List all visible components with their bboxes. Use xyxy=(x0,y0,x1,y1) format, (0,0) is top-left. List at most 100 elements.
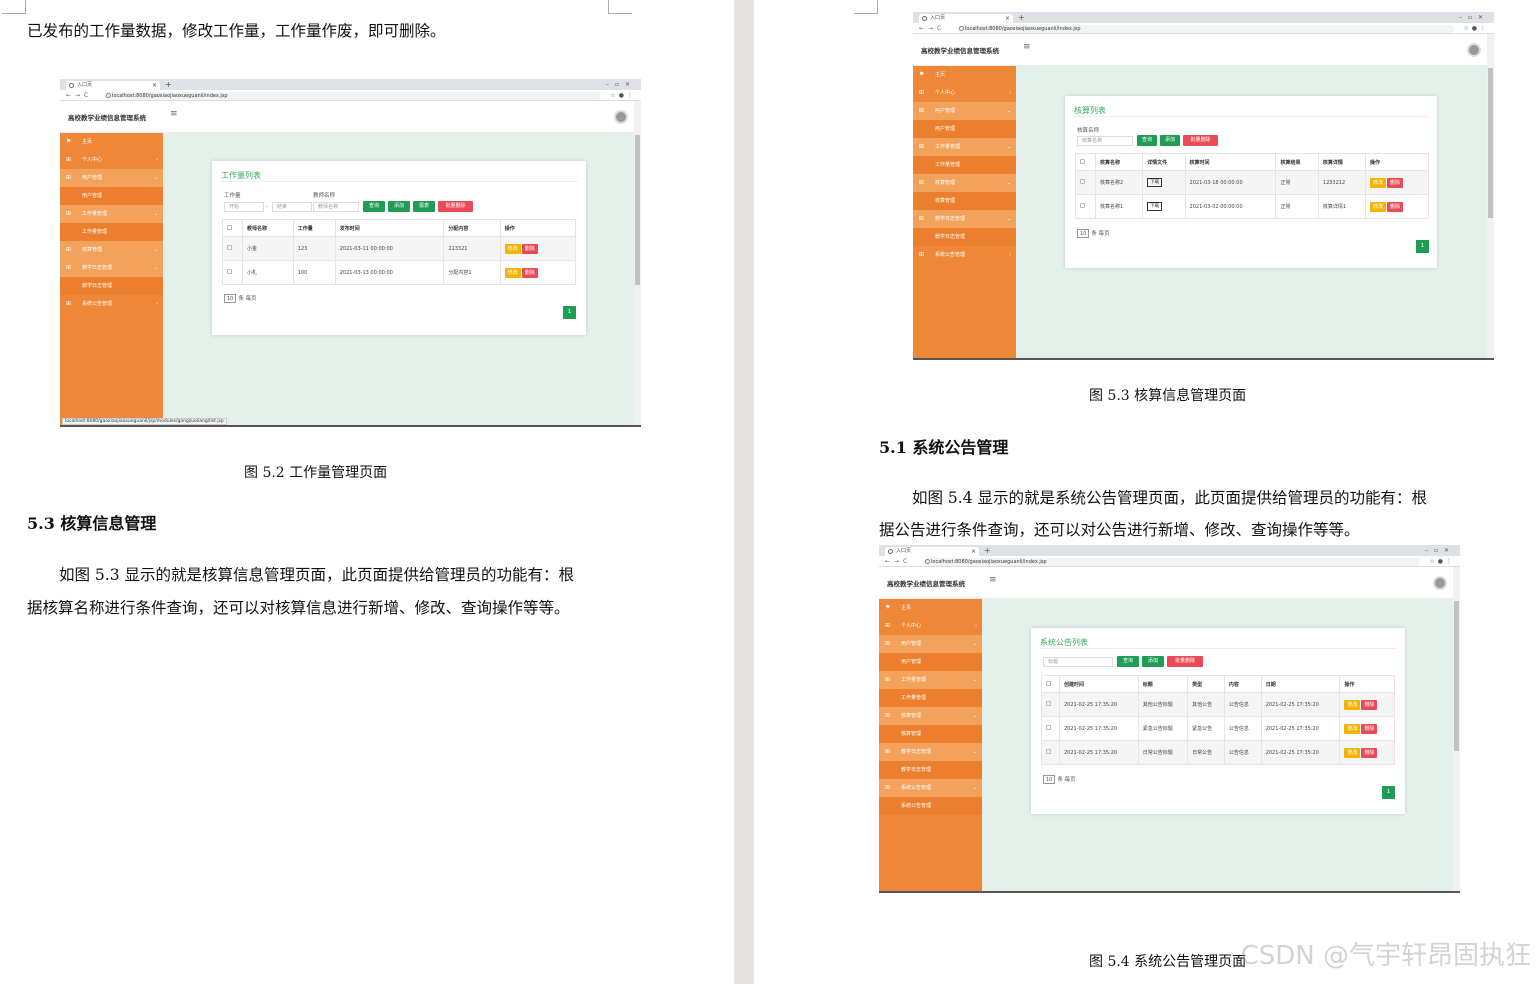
sidebar-item-notice-mgmt[interactable]: ⊞ 系统公告管理 ‹ xyxy=(913,246,1016,264)
avatar[interactable] xyxy=(1433,576,1447,590)
close-icon[interactable]: × xyxy=(971,547,976,556)
edit-button[interactable]: 修改 xyxy=(1369,201,1386,212)
scrollbar-thumb[interactable] xyxy=(635,135,640,285)
sidebar-item-notice-mgmt[interactable]: ⊞ 系统公告管理 ⌄ xyxy=(879,779,982,797)
batch-delete-button[interactable]: 批量删除 xyxy=(1167,656,1203,667)
add-button[interactable]: 添加 xyxy=(388,201,410,212)
nav-arrows-icon[interactable]: ←→C xyxy=(919,23,945,34)
edit-button[interactable]: 修改 xyxy=(504,243,521,254)
delete-button[interactable]: 删除 xyxy=(521,243,538,254)
url-input[interactable]: localhost:8080/gaoxiaojiaoxueguanli/inde… xyxy=(923,558,1420,566)
browser-tab[interactable]: 入口页 × xyxy=(919,14,1013,23)
sidebar-subitem-workload-mgmt[interactable]: 工作量管理 xyxy=(913,156,1016,174)
close-icon[interactable]: × xyxy=(152,81,157,90)
row-checkbox[interactable] xyxy=(1080,179,1085,184)
batch-delete-button[interactable]: 批量删除 xyxy=(438,201,473,212)
account-icon[interactable]: ☆●⋮ xyxy=(1429,556,1455,567)
sidebar-subitem-workload-mgmt[interactable]: 工作量管理 xyxy=(879,689,982,707)
select-all-checkbox[interactable] xyxy=(227,224,232,230)
delete-button[interactable]: 删除 xyxy=(1361,747,1378,758)
sidebar-subitem-notice-mgmt[interactable]: 系统公告管理 xyxy=(879,797,982,815)
page-number-button[interactable]: 1 xyxy=(1382,786,1395,799)
sidebar-item-home[interactable]: ⚑ 主页 xyxy=(913,66,1016,84)
sidebar-item-workload-mgmt[interactable]: ⊞ 工作量管理 ⌄ xyxy=(60,205,163,223)
account-icon[interactable]: ☆●⋮ xyxy=(610,90,636,101)
end-input[interactable]: 结束 xyxy=(272,202,312,212)
page-size-select[interactable]: 10 xyxy=(1077,229,1090,238)
delete-button[interactable]: 删除 xyxy=(1387,201,1404,212)
menu-toggle-icon[interactable]: ≡ xyxy=(989,575,997,585)
select-all-checkbox[interactable] xyxy=(1080,158,1085,164)
account-icon[interactable]: ☆●⋮ xyxy=(1463,23,1489,34)
new-tab-icon[interactable]: + xyxy=(984,545,991,556)
sidebar-subitem-accounting-mgmt[interactable]: 核算管理 xyxy=(879,725,982,743)
avatar[interactable] xyxy=(614,110,628,124)
edit-button[interactable]: 修改 xyxy=(504,267,521,278)
sidebar-subitem-teaching-log-mgmt[interactable]: 教学日志管理 xyxy=(60,277,163,295)
select-all-checkbox[interactable] xyxy=(1046,680,1051,686)
sidebar-item-personal[interactable]: ⊞ 个人中心 ‹ xyxy=(60,151,163,169)
sidebar-item-notice-mgmt[interactable]: ⊞ 系统公告管理 ‹ xyxy=(60,295,163,313)
sidebar-subitem-user-mgmt[interactable]: 用户管理 xyxy=(879,653,982,671)
download-button[interactable]: 下载 xyxy=(1147,202,1163,211)
window-controls[interactable]: –▫✕ xyxy=(1425,545,1455,556)
delete-button[interactable]: 删除 xyxy=(521,267,538,278)
edit-button[interactable]: 修改 xyxy=(1344,723,1361,734)
scrollbar-thumb[interactable] xyxy=(1454,601,1459,751)
scrollbar-thumb[interactable] xyxy=(1488,68,1493,218)
sidebar-item-workload-mgmt[interactable]: ⊞ 工作量管理 ⌄ xyxy=(879,671,982,689)
new-tab-icon[interactable]: + xyxy=(165,79,172,90)
edit-button[interactable]: 修改 xyxy=(1344,747,1361,758)
sidebar-item-personal[interactable]: ⊞ 个人中心 ‹ xyxy=(879,617,982,635)
sidebar-subitem-user-mgmt[interactable]: 用户管理 xyxy=(60,187,163,205)
sidebar-item-user-mgmt[interactable]: ⊞ 用户管理 ⌄ xyxy=(879,635,982,653)
row-checkbox[interactable] xyxy=(227,269,232,274)
page-number-button[interactable]: 1 xyxy=(1416,240,1429,253)
accounting-name-input[interactable]: 核算名称 xyxy=(1077,136,1133,146)
report-button[interactable]: 报表 xyxy=(413,201,435,212)
row-checkbox[interactable] xyxy=(1046,749,1051,754)
sidebar-subitem-user-mgmt[interactable]: 用户管理 xyxy=(913,120,1016,138)
sidebar-item-home[interactable]: ⚑ 主页 xyxy=(879,599,982,617)
edit-button[interactable]: 修改 xyxy=(1344,699,1361,710)
page-size-select[interactable]: 10 xyxy=(1043,775,1056,784)
row-checkbox[interactable] xyxy=(1080,203,1085,208)
sidebar-item-teaching-log-mgmt[interactable]: ⊞ 教学日志管理 ⌄ xyxy=(913,210,1016,228)
start-input[interactable]: 开始 xyxy=(224,202,264,212)
nav-arrows-icon[interactable]: ←→C xyxy=(885,556,911,567)
vertical-scrollbar[interactable] xyxy=(1487,34,1494,360)
window-controls[interactable]: –▫✕ xyxy=(1459,12,1489,23)
page-number-button[interactable]: 1 xyxy=(563,306,576,319)
window-controls[interactable]: –▫✕ xyxy=(606,79,636,90)
vertical-scrollbar[interactable] xyxy=(634,101,641,427)
edit-button[interactable]: 修改 xyxy=(1369,177,1386,188)
vertical-scrollbar[interactable] xyxy=(1453,567,1460,893)
sidebar-item-home[interactable]: ⚑ 主页 xyxy=(60,133,163,151)
query-button[interactable]: 查询 xyxy=(363,201,385,212)
browser-tab[interactable]: 入口页 × xyxy=(66,81,160,90)
nav-arrows-icon[interactable]: ←→C xyxy=(66,90,92,101)
page-size-select[interactable]: 10 xyxy=(224,294,237,303)
browser-tab[interactable]: 入口页 × xyxy=(885,547,979,556)
sidebar-item-accounting-mgmt[interactable]: ⊞ 核算管理 ⌄ xyxy=(879,707,982,725)
row-checkbox[interactable] xyxy=(1046,725,1051,730)
new-tab-icon[interactable]: + xyxy=(1018,12,1025,23)
sidebar-subitem-workload-mgmt[interactable]: 工作量管理 xyxy=(60,223,163,241)
add-button[interactable]: 添加 xyxy=(1160,135,1180,146)
add-button[interactable]: 添加 xyxy=(1142,656,1164,667)
delete-button[interactable]: 删除 xyxy=(1361,699,1378,710)
batch-delete-button[interactable]: 批量删除 xyxy=(1183,135,1218,146)
avatar[interactable] xyxy=(1467,43,1481,57)
sidebar-item-workload-mgmt[interactable]: ⊞ 工作量管理 ⌄ xyxy=(913,138,1016,156)
sidebar-item-personal[interactable]: ⊞ 个人中心 ‹ xyxy=(913,84,1016,102)
menu-toggle-icon[interactable]: ≡ xyxy=(170,109,178,119)
sidebar-item-accounting-mgmt[interactable]: ⊞ 核算管理 ⌄ xyxy=(913,174,1016,192)
sidebar-item-accounting-mgmt[interactable]: ⊞ 核算管理 ⌄ xyxy=(60,241,163,259)
sidebar-subitem-teaching-log-mgmt[interactable]: 教学日志管理 xyxy=(913,228,1016,246)
query-button[interactable]: 查询 xyxy=(1117,656,1139,667)
sidebar-item-teaching-log-mgmt[interactable]: ⊞ 教学日志管理 ⌄ xyxy=(879,743,982,761)
title-search-input[interactable]: 标题 xyxy=(1043,657,1113,667)
download-button[interactable]: 下载 xyxy=(1147,178,1163,187)
url-input[interactable]: localhost:8080/gaoxiaojiaoxueguanli/inde… xyxy=(104,92,601,100)
url-input[interactable]: localhost:8080/gaoxiaojiaoxueguanli/inde… xyxy=(957,25,1454,33)
